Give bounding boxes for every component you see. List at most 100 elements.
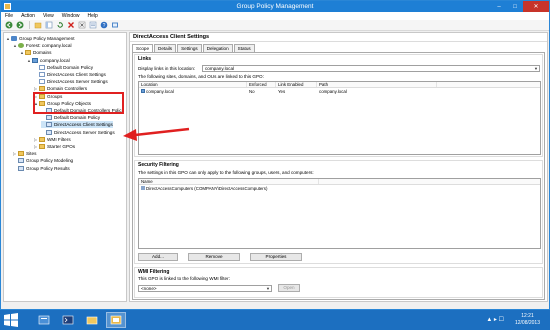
maximize-button[interactable]: □ — [507, 1, 523, 12]
tree-item[interactable]: Group Policy Modeling — [13, 157, 73, 164]
link-path: company.local — [319, 89, 347, 94]
table-row[interactable]: company.local No Yes company.local — [139, 89, 540, 95]
group-policy-taskbar-icon[interactable] — [106, 312, 126, 328]
tree-item-label: Default Domain Policy — [47, 64, 94, 70]
script-icon — [46, 122, 52, 128]
chevron-down-icon: ▼ — [266, 286, 270, 291]
file-explorer-taskbar-icon[interactable] — [82, 312, 102, 328]
tree-item-label: Starter GPOs — [47, 144, 76, 149]
col-path[interactable]: Path — [317, 82, 437, 87]
wmi-filtering-section: WMI Filtering This GPO is linked to the … — [134, 267, 543, 298]
display-links-label: Display links in this location: — [138, 66, 196, 71]
col-name[interactable]: Name — [139, 179, 319, 184]
help-icon[interactable]: ? — [99, 21, 108, 29]
tree-item[interactable]: DirectAccess Client Settings — [41, 121, 113, 129]
forest-icon — [18, 43, 24, 49]
tree-item[interactable]: Group Policy Results — [13, 165, 70, 172]
folder-icon — [39, 86, 45, 92]
toolbar-separator — [29, 21, 30, 29]
console-icon[interactable] — [110, 21, 119, 29]
tab-settings[interactable]: Settings — [177, 44, 202, 52]
show-hide-tree-icon[interactable] — [44, 21, 53, 29]
tree-item[interactable]: ▲ company.local — [27, 57, 70, 64]
window-title: Group Policy Management — [236, 3, 314, 10]
title-bar[interactable]: Group Policy Management – □ ✕ — [1, 1, 549, 12]
tree-item[interactable]: DirectAccess Client Settings — [34, 71, 106, 78]
tree-item[interactable]: DirectAccess Server Settings — [34, 78, 108, 85]
folder-icon — [39, 136, 45, 142]
list-item[interactable]: DirectAccessComputers (COMPANY\DirectAcc… — [139, 186, 540, 192]
menu-help[interactable]: Help — [88, 12, 98, 20]
tree-item-label: Default Domain Policy — [54, 115, 101, 121]
link-enabled: Yes — [278, 89, 286, 94]
tree-item[interactable]: ▲ Group Policy Management — [6, 35, 75, 42]
gpo-icon — [39, 79, 45, 85]
forward-icon[interactable] — [15, 21, 24, 29]
menu-file[interactable]: File — [5, 12, 13, 20]
links-section: Links Display links in this location: co… — [134, 54, 543, 157]
gpo-icon — [39, 64, 45, 70]
menu-window[interactable]: Window — [62, 12, 80, 20]
tree-item[interactable]: ▲ Domains — [20, 49, 52, 56]
properties-button[interactable]: Properties — [250, 253, 302, 261]
wmi-filter-dropdown[interactable]: <none> ▼ — [138, 285, 272, 292]
menu-action[interactable]: Action — [21, 12, 35, 20]
minimize-button[interactable]: – — [491, 1, 507, 12]
links-table[interactable]: Location Enforced Link Enabled Path comp… — [138, 81, 541, 155]
highlight-box — [33, 92, 124, 114]
close-button[interactable]: ✕ — [523, 1, 549, 12]
arrow-annotation — [123, 127, 190, 141]
chevron-down-icon: ▼ — [534, 66, 538, 71]
powershell-taskbar-icon[interactable] — [58, 312, 78, 328]
scope-panel: Links Display links in this location: co… — [132, 52, 545, 300]
domain-icon — [32, 57, 38, 63]
link-enforced: No — [249, 89, 255, 94]
script-icon — [46, 129, 52, 135]
console-tree[interactable]: ▲ Group Policy Management ▲ Forest: company… — [3, 32, 127, 302]
folder-icon — [25, 50, 31, 56]
tree-item[interactable]: ▷ WMI Filters — [34, 136, 71, 143]
main-window: Group Policy Management – □ ✕ File Actio… — [0, 0, 550, 310]
wmi-filter-value: <none> — [141, 286, 157, 291]
open-button[interactable]: Open — [278, 284, 300, 292]
tree-item[interactable]: Default Domain Policy — [41, 114, 100, 121]
tree-item-label: Group Policy Modeling — [26, 158, 74, 164]
back-icon[interactable] — [4, 21, 13, 29]
tree-item[interactable]: ▷ Sites — [13, 150, 36, 157]
tab-status[interactable]: Status — [233, 44, 255, 52]
script-icon — [46, 115, 52, 121]
wmi-filtering-description: This GPO is linked to the following WMI … — [138, 276, 230, 281]
tree-item-label: Group Policy Results — [26, 165, 70, 171]
col-link-enabled[interactable]: Link Enabled — [276, 82, 317, 87]
links-heading: Links — [138, 56, 152, 62]
security-filtering-list[interactable]: Name DirectAccessComputers (COMPANY\Dire… — [138, 178, 541, 249]
tab-delegation[interactable]: Delegation — [202, 44, 233, 52]
col-enforced[interactable]: Enforced — [247, 82, 276, 87]
script-icon — [18, 165, 24, 171]
wmi-filtering-heading: WMI Filtering — [138, 269, 170, 275]
clock[interactable]: 12:21 12/08/2013 — [515, 313, 540, 327]
tree-item[interactable]: DirectAccess Server Settings — [41, 129, 115, 136]
tray-icons[interactable]: ▲ ▸ ☐ — [486, 316, 504, 323]
tree-item[interactable]: Default Domain Policy — [34, 64, 93, 71]
tab-details[interactable]: Details — [154, 44, 177, 52]
display-links-dropdown[interactable]: company.local ▼ — [202, 65, 540, 72]
tree-item[interactable]: ▲ Forest: company.local — [13, 42, 72, 49]
add-button[interactable]: Add... — [138, 253, 178, 261]
group-icon — [141, 186, 145, 190]
remove-button[interactable]: Remove — [188, 253, 240, 261]
menu-view[interactable]: View — [43, 12, 54, 20]
refresh-icon[interactable] — [55, 21, 64, 29]
start-button[interactable] — [3, 313, 19, 327]
col-location[interactable]: Location — [139, 82, 247, 87]
tree-item-label: Group Policy Management — [19, 36, 75, 41]
tree-item-label: Domains — [33, 50, 52, 56]
delete-icon[interactable] — [66, 21, 75, 29]
properties-icon[interactable] — [88, 21, 97, 29]
up-icon[interactable] — [33, 21, 42, 29]
tree-item-label: DirectAccess Server Settings — [54, 129, 115, 135]
tree-item[interactable]: ▷ Starter GPOs — [34, 143, 75, 150]
security-principal: DirectAccessComputers (COMPANY\DirectAcc… — [146, 186, 268, 191]
close-icon[interactable] — [77, 21, 86, 29]
server-manager-taskbar-icon[interactable] — [34, 312, 54, 328]
